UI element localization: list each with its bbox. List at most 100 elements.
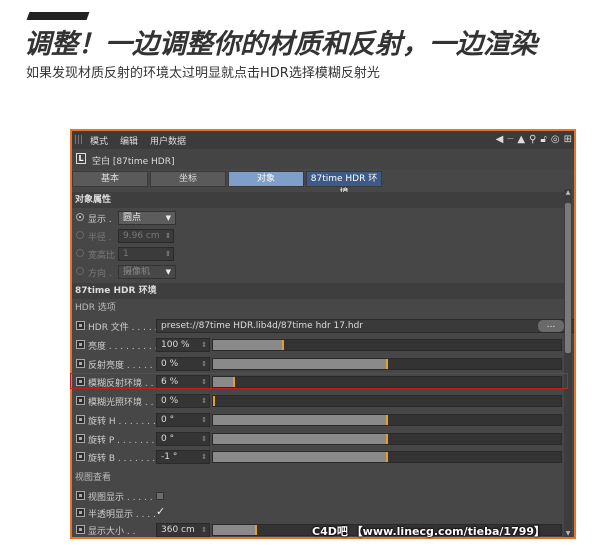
keyframe-icon[interactable] [76,377,85,387]
search-icon[interactable]: ⚲ [529,133,536,147]
row-blur-light-env: 模糊光照环境 . . 0 % ⇕ [72,392,566,410]
keyframe-icon[interactable] [76,508,85,517]
scrollbar[interactable]: ▲ ▼ [564,189,572,537]
slider-knob[interactable] [213,396,215,407]
page-subtitle: 如果发现材质反射的环境太过明显就点击HDR选择模糊反射光 [26,66,380,81]
aspect-field[interactable]: 1 ⇕ [118,247,174,261]
slider-knob[interactable] [386,433,388,444]
orientation-radio[interactable] [76,267,84,275]
slider-knob[interactable] [281,340,284,350]
rotate-b-slider[interactable] [212,451,562,464]
spinner-icon[interactable]: ⇕ [201,433,207,445]
browse-button[interactable]: ... [538,320,564,332]
slider-fill [213,340,283,350]
blur-reflect-env-slider[interactable] [212,376,562,389]
display-size-field[interactable]: 360 cm ⇕ [156,523,210,537]
slider-fill [213,525,255,535]
keyframe-icon[interactable] [76,525,85,534]
reflect-brightness-value: 0 % [161,358,179,369]
spinner-icon[interactable]: ⇕ [201,376,207,388]
chevron-down-icon: ▼ [165,268,171,276]
display-size-value: 360 cm [161,525,195,535]
spinner-icon[interactable]: ⇕ [201,414,207,426]
blur-light-env-slider[interactable] [212,395,562,408]
rotate-h-value: 0 ° [161,414,175,425]
slider-knob[interactable] [386,414,388,425]
tab-87time-hdr[interactable]: 87time HDR 环境 [306,171,382,198]
row-brightness: 亮度 . . . . . . . . . 100 % ⇕ [72,336,566,354]
spinner-icon[interactable]: ⇕ [201,358,207,370]
scrollbar-thumb[interactable] [565,203,571,353]
keyframe-icon[interactable] [76,491,85,500]
target-icon[interactable]: ◎ [551,133,560,147]
radius-value: 9.96 cm [123,231,160,241]
row-rotate-p: 旋转 P . . . . . . . 0 ° ⇕ [72,430,566,448]
keyframe-icon[interactable] [76,433,85,443]
blur-light-env-field[interactable]: 0 % ⇕ [156,394,210,409]
spinner-icon[interactable]: ⇕ [165,230,171,242]
spinner-icon[interactable]: ⇕ [201,339,207,351]
scroll-up-icon[interactable]: ▲ [564,189,572,196]
keyframe-icon[interactable] [76,321,85,330]
blur-reflect-env-label: 模糊反射环境 . . [88,379,154,390]
keyframe-icon[interactable] [76,358,85,368]
menu-edit[interactable]: 编辑 [120,134,138,147]
slider-knob[interactable] [232,377,235,388]
check-icon[interactable]: ✓ [156,505,165,518]
rotate-p-slider[interactable] [212,432,562,445]
tab-basic[interactable]: 基本 [72,171,148,187]
spinner-icon[interactable]: ⇕ [201,395,207,407]
menu-bar: 模式 编辑 用户数据 ◀ ─ ▲ ⚲ 🔓︎ ◎ ⊞ [72,131,574,149]
keyframe-icon[interactable] [76,452,85,462]
up-arrow-icon[interactable]: ▲ [517,133,525,147]
reflect-brightness-field[interactable]: 0 % ⇕ [156,356,210,371]
new-panel-icon[interactable]: ⊞ [564,133,572,147]
separator-icon: ─ [507,134,514,145]
row-blur-reflect-env: 模糊反射环境 . . 6 % ⇕ [72,373,566,391]
menu-userdata[interactable]: 用户数据 [150,134,186,147]
spinner-icon[interactable]: ⇕ [165,248,171,260]
radius-field[interactable]: 9.96 cm ⇕ [118,229,174,243]
display-radio[interactable] [76,213,84,221]
tab-coord[interactable]: 坐标 [150,171,226,187]
blur-light-env-value: 0 % [161,396,179,407]
spinner-icon[interactable]: ⇕ [201,451,207,463]
lock-icon[interactable]: 🔓︎ [540,133,546,147]
aspect-value: 1 [123,249,129,259]
orientation-dropdown[interactable]: 摄像机 ▼ [118,265,176,279]
spinner-icon[interactable]: ⇕ [201,524,207,536]
keyframe-icon[interactable] [76,414,85,424]
keyframe-icon[interactable] [76,396,85,406]
grip-icon[interactable] [75,135,84,144]
scroll-down-icon[interactable]: ▼ [564,530,572,537]
slider-knob[interactable] [386,358,388,369]
slider-knob[interactable] [386,452,388,463]
null-object-icon: L [76,153,86,164]
tab-bar: 基本 坐标 对象 87time HDR 环境 [72,171,574,198]
radius-radio[interactable] [76,231,84,239]
rotate-h-field[interactable]: 0 ° ⇕ [156,412,210,427]
brightness-slider[interactable] [212,339,562,351]
rotate-b-field[interactable]: -1 ° ⇕ [156,450,210,465]
back-arrow-icon[interactable]: ◀ [496,133,504,147]
reflect-brightness-slider[interactable] [212,357,562,370]
brightness-field[interactable]: 100 % ⇕ [156,338,210,352]
aspect-radio[interactable] [76,249,84,257]
hdr-file-field[interactable]: preset://87time HDR.lib4d/87time hdr 17.… [156,319,574,333]
section-hdr-options: HDR 选项 [75,303,116,313]
rotate-h-label: 旋转 H . . . . . . . [88,416,156,427]
object-title: 空白 [87time HDR] [92,157,175,167]
slider-knob[interactable] [254,525,257,535]
rotate-p-field[interactable]: 0 ° ⇕ [156,431,210,446]
section-object-props: 对象属性 [72,192,566,208]
tab-object[interactable]: 对象 [228,171,304,187]
slider-fill [213,358,387,369]
keyframe-icon[interactable] [76,340,85,349]
view-display-checkbox[interactable] [156,492,164,500]
attribute-manager-panel: 模式 编辑 用户数据 ◀ ─ ▲ ⚲ 🔓︎ ◎ ⊞ L 空白 [87time H… [70,129,576,539]
brightness-label: 亮度 . . . . . . . . . [88,342,158,352]
rotate-h-slider[interactable] [212,413,562,426]
display-dropdown[interactable]: 圆点 ▼ [118,211,176,225]
blur-reflect-env-field[interactable]: 6 % ⇕ [156,375,210,390]
menu-mode[interactable]: 模式 [90,134,108,147]
